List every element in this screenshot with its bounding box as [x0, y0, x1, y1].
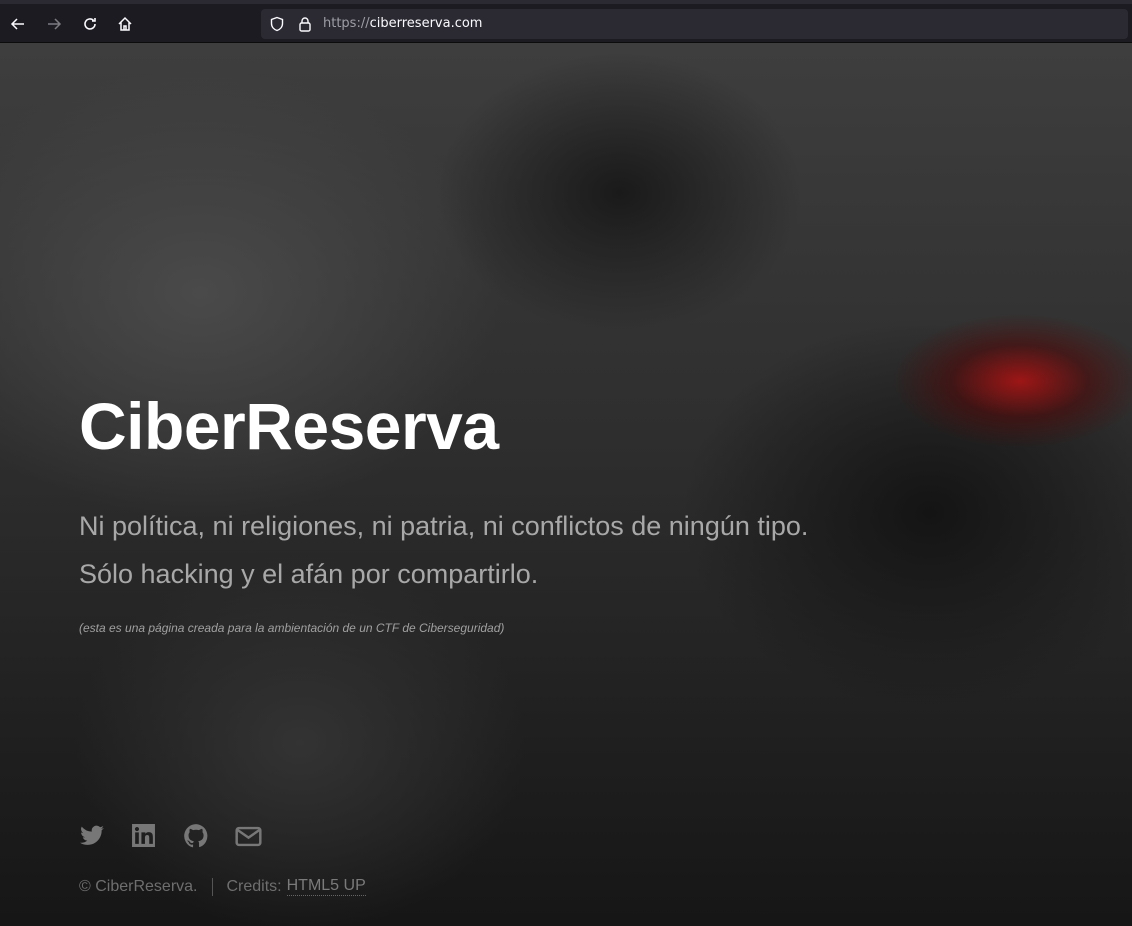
reload-button[interactable] — [78, 12, 102, 36]
hero-background: CiberReserva Ni política, ni religiones,… — [0, 43, 1132, 926]
arrow-left-icon — [10, 18, 24, 30]
copyright: © CiberReserva. — [79, 877, 198, 895]
disclaimer-note: (esta es una página creada para la ambie… — [79, 621, 505, 635]
subtitle-line-1: Ni política, ni religiones, ni patria, n… — [79, 511, 809, 541]
footer: © CiberReserva. Credits: HTML5 UP — [79, 877, 366, 896]
url-text[interactable]: https://ciberreserva.com — [323, 16, 482, 31]
page-title: CiberReserva — [79, 389, 499, 463]
shield-icon — [270, 16, 284, 32]
url-bar[interactable]: https://ciberreserva.com — [261, 9, 1128, 39]
credits-link[interactable]: HTML5 UP — [286, 877, 366, 896]
home-icon — [118, 16, 132, 31]
envelope-icon[interactable] — [235, 823, 262, 850]
linkedin-icon[interactable] — [131, 823, 158, 850]
arrow-right-icon — [48, 18, 62, 30]
forward-button[interactable] — [42, 12, 66, 36]
reload-icon — [84, 18, 96, 30]
github-icon[interactable] — [183, 823, 210, 850]
browser-toolbar: https://ciberreserva.com — [0, 0, 1132, 43]
social-links — [79, 823, 262, 850]
subtitle-line-2: Sólo hacking y el afán por compartirlo. — [79, 559, 539, 589]
credits-label: Credits: — [226, 877, 282, 895]
lock-icon — [299, 17, 311, 32]
url-host: ciberreserva.com — [369, 16, 483, 31]
url-protocol: https:// — [323, 16, 370, 31]
home-button[interactable] — [113, 12, 137, 36]
twitter-icon[interactable] — [79, 823, 106, 850]
footer-divider — [211, 877, 213, 896]
back-button[interactable] — [6, 12, 30, 36]
